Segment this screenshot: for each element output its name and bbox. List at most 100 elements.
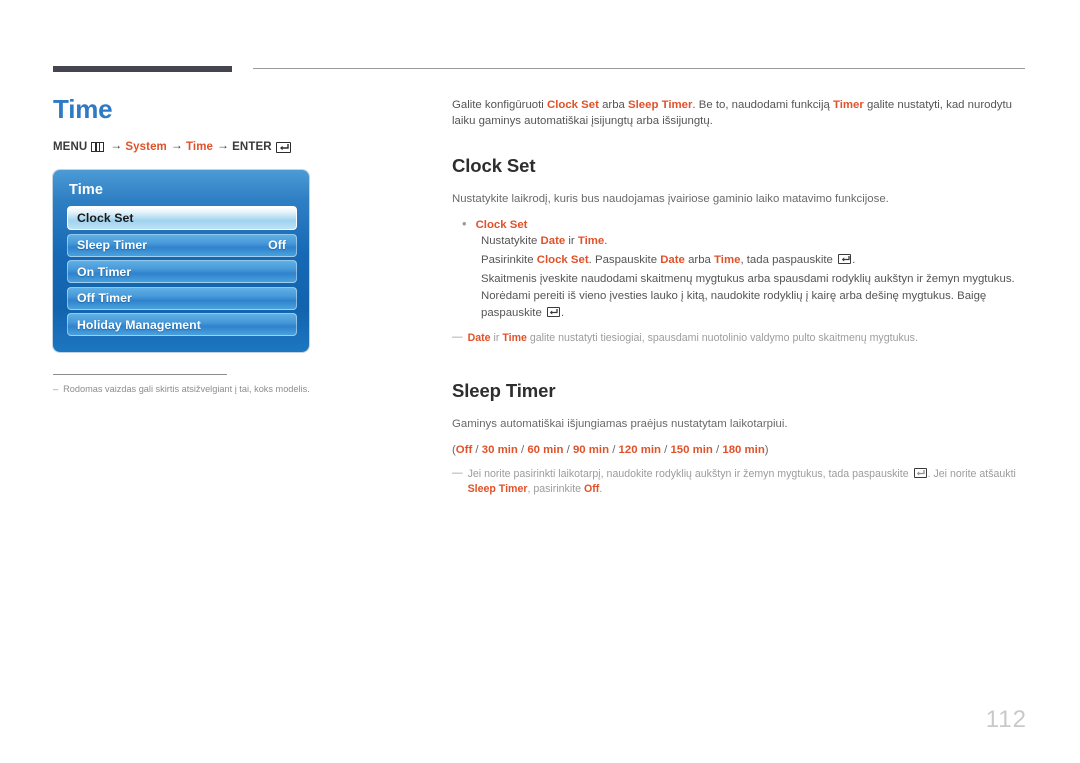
clock-set-line1-a: Nustatykite [481,235,541,247]
intro-keyword-sleep-timer: Sleep Timer [628,99,693,111]
page-title: Time [53,94,113,124]
osd-preview-panel: Time Clock Set Sleep Timer Off On Timer … [53,170,309,352]
clock-set-bullet-block: • Clock Set Nustatykite Date ir Time. Pa… [452,216,1025,322]
sleep-timer-options-line: (Off / 30 min / 60 min / 90 min / 120 mi… [452,442,1025,458]
sleep-timer-option: 90 min [572,444,610,456]
sleep-note-kw-sleep-timer: Sleep Timer [467,483,528,495]
options-separator: / [712,444,723,456]
page-number: 112 [985,706,1027,733]
section-heading-sleep-timer: Sleep Timer [452,380,556,401]
enter-key-icon [838,254,852,264]
osd-item-clock-set[interactable]: Clock Set [67,206,297,230]
intro-keyword-clock-set: Clock Set [546,99,599,111]
bullet-dot-icon: • [462,216,467,231]
clock-set-note-text: Date ir Time galite nustatyti tiesiogiai… [468,331,918,346]
sleep-note-d: . [599,483,603,495]
sleep-timer-option: 180 min [722,444,765,456]
clock-set-bullet-row: • Clock Set [462,216,1025,233]
sleep-timer-note: — Jei norite pasirinkti laikotarpį, naud… [452,467,1025,497]
sleep-timer-option: 30 min [481,444,518,456]
clock-set-line-3: Skaitmenis įveskite naudodami skaitmenų … [481,271,1025,322]
sleep-timer-description: Gaminys automatiškai išjungiamas praėjus… [452,418,788,430]
clock-set-line2-kw-clock-set: Clock Set [536,254,589,266]
clock-set-line2-a: Pasirinkite [481,254,537,266]
osd-item-label: Off Timer [77,291,132,305]
left-note-divider [53,374,227,375]
osd-item-label: On Timer [77,264,132,279]
sleep-note-b: . Jei norite atšaukti [927,468,1016,480]
clock-set-bullet-body: Nustatykite Date ir Time. Pasirinkite Cl… [462,233,1025,322]
clock-set-bullet-heading: Clock Set [475,219,528,231]
intro-keyword-timer: Timer [833,99,864,111]
breadcrumb-arrow-3: → [217,138,230,152]
left-note: – Rodomas vaizdas gali skirtis atsižvelg… [53,383,413,395]
osd-item-label: Holiday Management [77,317,201,332]
clock-set-line-1: Nustatykite Date ir Time. [481,233,1025,250]
note-kw-date: Date [467,332,491,344]
enter-key-icon [275,141,291,153]
clock-set-line1-kw-time: Time [577,235,605,247]
breadcrumb-enter-label: ENTER [232,141,272,153]
clock-set-line1-kw-date: Date [540,235,566,247]
options-separator: / [472,444,482,456]
breadcrumb: MENU → System → Time → ENTER [53,138,413,154]
right-column: Galite konfigūruoti Clock Set arba Sleep… [452,98,1025,497]
enter-key-icon [546,307,560,317]
clock-set-line-2: Pasirinkite Clock Set. Paspauskite Date … [481,252,1025,269]
intro-text-1: Galite konfigūruoti [452,99,547,111]
sleep-timer-option: Off [455,444,473,456]
clock-set-line1-b: ir [565,235,578,247]
intro-text-3: . Be to, naudodami funkciją [692,99,833,111]
clock-set-description: Nustatykite laikrodį, kuris bus naudojam… [452,193,889,205]
options-separator: / [517,444,528,456]
osd-item-value: Off [268,238,286,252]
osd-item-label: Clock Set [77,211,134,225]
breadcrumb-arrow-2: → [170,138,183,152]
clock-set-line1-c: . [604,235,608,247]
breadcrumb-menu-label: MENU [53,141,88,153]
sleep-note-a: Jei norite pasirinkti laikotarpį, naudok… [467,468,912,480]
intro-paragraph: Galite konfigūruoti Clock Set arba Sleep… [452,98,1025,129]
clock-set-line3-b: . [560,307,565,319]
osd-item-off-timer[interactable]: Off Timer [67,286,297,310]
osd-item-holiday-management[interactable]: Holiday Management [67,313,297,336]
breadcrumb-step-system: System [125,141,167,153]
clock-set-line2-e: . [852,254,856,266]
clock-set-note: — Date ir Time galite nustatyti tiesiogi… [452,331,1025,346]
sleep-note-kw-off: Off [584,483,600,495]
note-dash: — [452,467,463,479]
menu-grid-icon [91,142,105,152]
breadcrumb-arrow-1: → [110,138,123,152]
clock-set-line2-kw-time: Time [714,254,741,266]
osd-item-sleep-timer[interactable]: Sleep Timer Off [67,233,297,257]
options-separator: / [609,444,619,456]
clock-set-line2-d: , tada paspauskite [740,254,837,266]
sleep-timer-option: 120 min [618,444,661,456]
header-thin-rule [253,68,1025,69]
note-mid: ir [490,332,503,344]
note-kw-time: Time [502,332,527,344]
options-separator: / [563,444,573,456]
options-close-paren: ) [764,444,769,456]
osd-item-on-timer[interactable]: On Timer [67,260,297,283]
intro-text-2: arba [598,99,629,111]
clock-set-line2-c: arba [684,254,715,266]
breadcrumb-step-time: Time [186,141,214,153]
note-tail: galite nustatyti tiesiogiai, spausdami n… [526,332,918,344]
sleep-note-c: , pasirinkite [527,483,584,495]
clock-set-line2-b: . Paspauskite [588,254,661,266]
sleep-timer-option: 150 min [670,444,713,456]
sleep-timer-option: 60 min [527,444,564,456]
clock-set-line2-kw-date: Date [660,254,685,266]
sleep-timer-note-text: Jei norite pasirinkti laikotarpį, naudok… [468,467,1025,497]
note-dash: — [452,331,463,343]
section-heading-clock-set: Clock Set [452,155,536,176]
header-accent-rule [53,66,232,72]
left-column: Time MENU → System → Time → ENTER Time C… [53,94,413,395]
osd-panel-title: Time [69,182,103,198]
left-note-text: Rodomas vaizdas gali skirtis atsižvelgia… [63,384,310,394]
osd-item-label: Sleep Timer [77,238,148,252]
enter-key-icon [913,468,927,478]
left-note-dash: – [53,384,59,394]
